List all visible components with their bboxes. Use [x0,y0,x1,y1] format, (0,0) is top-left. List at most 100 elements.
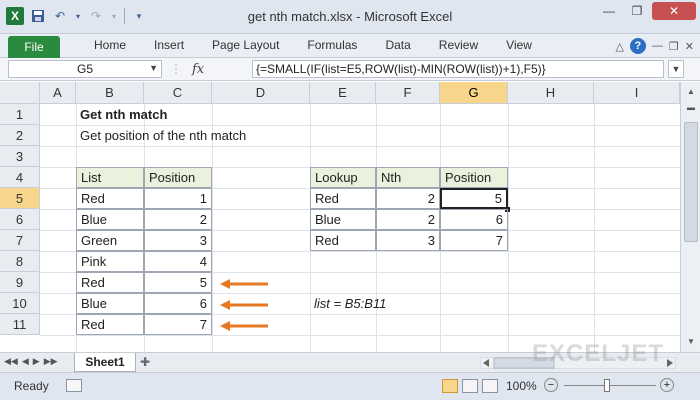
row-header-5[interactable]: 5 [0,188,40,209]
scroll-up-icon[interactable]: ▲ [683,84,699,98]
vertical-scrollbar[interactable]: ▲ ▬ ▼ [680,82,700,352]
column-header-i[interactable]: I [594,82,680,104]
position-cell[interactable]: 2 [144,209,212,230]
insert-sheet-icon[interactable]: ✚ [140,355,150,369]
lookup-cell[interactable]: Blue [310,209,376,230]
position-cell[interactable]: 7 [144,314,212,335]
zoom-level[interactable]: 100% [506,379,537,393]
zoom-in-icon[interactable]: + [660,378,674,392]
list-cell[interactable]: Red [76,188,144,209]
position-cell[interactable]: 4 [144,251,212,272]
restore-icon[interactable]: ❐ [624,2,650,20]
list-cell[interactable]: Red [76,272,144,293]
nth-cell[interactable]: 2 [376,209,440,230]
row-header-3[interactable]: 3 [0,146,40,167]
select-all-corner[interactable] [0,82,40,104]
sheet-title[interactable]: Get nth match [76,104,276,125]
formula-controls: ⋮ fx [170,60,250,78]
lookup-cell[interactable]: Red [310,230,376,251]
list-cell[interactable]: Blue [76,293,144,314]
formula-input[interactable]: {=SMALL(IF(list=E5,ROW(list)-MIN(ROW(lis… [252,60,664,78]
column-header-g[interactable]: G [440,82,508,104]
lookup-header[interactable]: Lookup [310,167,376,188]
column-header-h[interactable]: H [508,82,594,104]
name-box-dropdown-icon[interactable]: ▼ [149,63,158,73]
position-cell[interactable]: 3 [144,230,212,251]
zoom-slider-thumb[interactable] [604,379,610,392]
macro-record-icon[interactable] [66,379,82,392]
list-cell[interactable]: Blue [76,209,144,230]
row-header-1[interactable]: 1 [0,104,40,125]
next-sheet-icon[interactable]: ▶ [33,356,40,367]
page-break-view-icon[interactable] [482,379,498,393]
position-header[interactable]: Position [144,167,212,188]
scroll-down-icon[interactable]: ▼ [683,334,699,348]
column-header-f[interactable]: F [376,82,440,104]
ribbon-tabs: File Home Insert Page Layout Formulas Da… [0,34,700,58]
zoom-out-icon[interactable]: − [544,378,558,392]
row-header-8[interactable]: 8 [0,251,40,272]
row-header-6[interactable]: 6 [0,209,40,230]
insert-function-icon[interactable]: fx [192,62,204,77]
window-title: get nth match.xlsx - Microsoft Excel [247,9,453,24]
arrow-left-icon [220,321,268,331]
tab-page-layout[interactable]: Page Layout [198,38,293,52]
position-result-cell[interactable]: 7 [440,230,508,251]
row-header-9[interactable]: 9 [0,272,40,293]
tab-formulas[interactable]: Formulas [293,38,371,52]
workbook-minimize-icon[interactable]: — [652,40,663,52]
nth-cell[interactable]: 2 [376,188,440,209]
row-header-2[interactable]: 2 [0,125,40,146]
page-layout-view-icon[interactable] [462,379,478,393]
tab-home[interactable]: Home [80,38,140,52]
column-header-b[interactable]: B [76,82,144,104]
tab-insert[interactable]: Insert [140,38,198,52]
lookup-position-header[interactable]: Position [440,167,508,188]
tab-view[interactable]: View [492,38,546,52]
column-header-d[interactable]: D [212,82,310,104]
first-sheet-icon[interactable]: ◀◀ [4,356,18,367]
position-cell[interactable]: 5 [144,272,212,293]
nth-header[interactable]: Nth [376,167,440,188]
zoom-slider-track[interactable] [564,385,656,386]
last-sheet-icon[interactable]: ▶▶ [44,356,58,367]
lookup-cell[interactable]: Red [310,188,376,209]
row-header-11[interactable]: 11 [0,314,40,335]
close-icon[interactable]: ✕ [652,2,696,20]
help-icon[interactable]: ? [629,38,646,54]
status-ready: Ready [14,379,49,393]
column-header-e[interactable]: E [310,82,376,104]
position-cell[interactable]: 6 [144,293,212,314]
list-header[interactable]: List [76,167,144,188]
minimize-ribbon-icon[interactable]: △ [615,40,623,53]
row-header-7[interactable]: 7 [0,230,40,251]
row-header-10[interactable]: 10 [0,293,40,314]
list-cell[interactable]: Green [76,230,144,251]
minimize-icon[interactable]: — [596,2,622,20]
active-cell-g5[interactable]: 5 [440,188,508,209]
sheet-subtitle[interactable]: Get position of the nth match [76,125,306,146]
row-header-4[interactable]: 4 [0,167,40,188]
column-header-a[interactable]: A [40,82,76,104]
exceljet-watermark: EXCELJET [532,340,665,367]
split-box-icon[interactable]: ▬ [683,100,699,114]
vertical-scroll-thumb[interactable] [684,122,698,242]
worksheet-grid[interactable]: A B C D E F G H I 1 2 3 4 5 6 7 8 9 10 1… [0,82,700,352]
named-range-note[interactable]: list = B5:B11 [314,296,386,311]
tab-file[interactable]: File [8,36,60,58]
position-result-cell[interactable]: 6 [440,209,508,230]
name-box[interactable]: G5 ▼ [8,60,162,78]
position-cell[interactable]: 1 [144,188,212,209]
tab-review[interactable]: Review [425,38,492,52]
workbook-close-icon[interactable]: ✕ [685,40,694,53]
tab-data[interactable]: Data [371,38,424,52]
tab-sheet1[interactable]: Sheet1 [74,353,136,372]
workbook-restore-icon[interactable]: ❐ [669,40,679,53]
normal-view-icon[interactable] [442,379,458,393]
column-header-c[interactable]: C [144,82,212,104]
expand-formula-bar-icon[interactable]: ▼ [668,60,684,78]
nth-cell[interactable]: 3 [376,230,440,251]
list-cell[interactable]: Pink [76,251,144,272]
prev-sheet-icon[interactable]: ◀ [22,356,29,367]
list-cell[interactable]: Red [76,314,144,335]
